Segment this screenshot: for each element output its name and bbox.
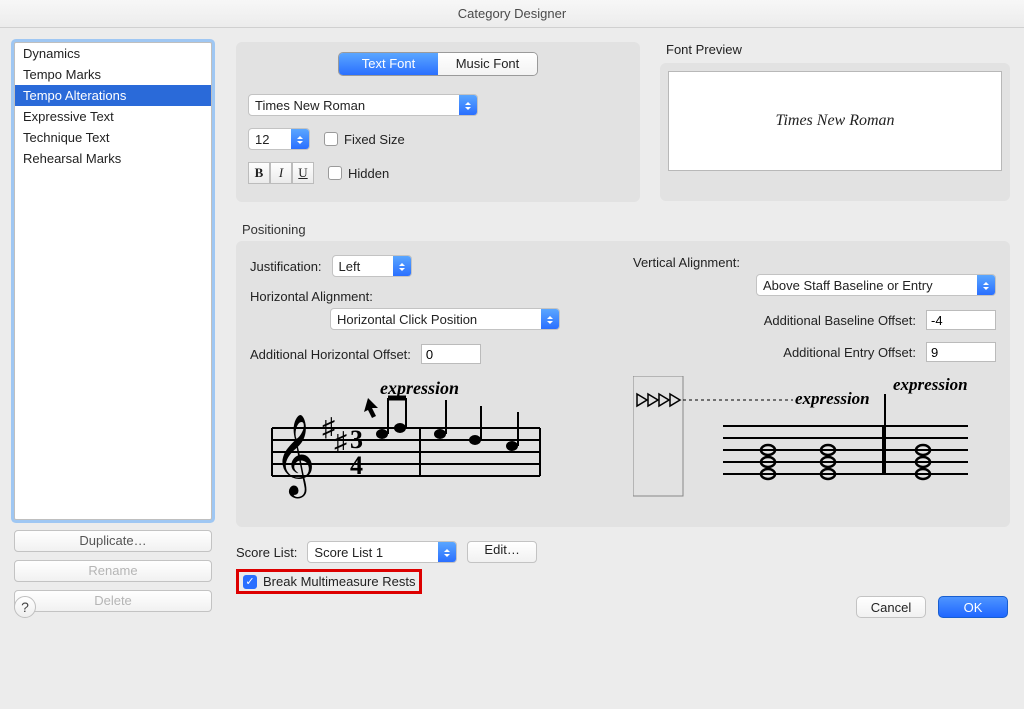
chevron-updown-icon (438, 542, 456, 562)
svg-text:𝄞: 𝄞 (274, 415, 315, 498)
hidden-checkbox[interactable]: Hidden (328, 166, 389, 181)
v-align-value: Above Staff Baseline or Entry (763, 278, 933, 293)
tab-music-font[interactable]: Music Font (438, 53, 537, 75)
chevron-updown-icon (541, 309, 559, 329)
h-offset-label: Additional Horizontal Offset: (250, 347, 411, 362)
font-preview-sample: Times New Roman (775, 112, 894, 130)
help-button[interactable]: ? (14, 596, 36, 618)
category-item-expressive-text[interactable]: Expressive Text (15, 106, 211, 127)
fixed-size-label: Fixed Size (344, 132, 405, 147)
break-multimeasure-rests-checkbox[interactable]: ✓ Break Multimeasure Rests (243, 574, 415, 589)
chevron-updown-icon (459, 95, 477, 115)
italic-button[interactable]: I (270, 162, 292, 184)
category-list[interactable]: Dynamics Tempo Marks Tempo Alterations E… (14, 42, 212, 520)
break-rests-label: Break Multimeasure Rests (263, 574, 415, 589)
delete-button: Delete (14, 590, 212, 612)
chevron-updown-icon (291, 129, 309, 149)
ok-button[interactable]: OK (938, 596, 1008, 618)
edit-score-list-button[interactable]: Edit… (467, 541, 536, 563)
fixed-size-checkbox[interactable]: Fixed Size (324, 132, 405, 147)
font-family-select[interactable]: Times New Roman (248, 94, 478, 116)
category-item-technique-text[interactable]: Technique Text (15, 127, 211, 148)
highlight-break-rests: ✓ Break Multimeasure Rests (236, 569, 422, 594)
window-title: Category Designer (0, 0, 1024, 28)
left-staff-diagram: expression (250, 378, 550, 513)
justification-select[interactable]: Left (332, 255, 412, 277)
svg-text:expression: expression (380, 378, 459, 398)
score-list-label: Score List: (236, 545, 297, 560)
svg-text:expression: expression (795, 389, 870, 408)
font-family-value: Times New Roman (255, 98, 365, 113)
category-item-tempo-alterations[interactable]: Tempo Alterations (15, 85, 211, 106)
entry-offset-label: Additional Entry Offset: (783, 345, 916, 360)
rename-button: Rename (14, 560, 212, 582)
category-item-tempo-marks[interactable]: Tempo Marks (15, 64, 211, 85)
justification-value: Left (339, 259, 361, 274)
category-item-dynamics[interactable]: Dynamics (15, 43, 211, 64)
font-size-value: 12 (255, 132, 269, 147)
hidden-label: Hidden (348, 166, 389, 181)
svg-text:3: 3 (350, 425, 363, 454)
chevron-updown-icon (393, 256, 411, 276)
svg-text:4: 4 (350, 451, 363, 480)
h-offset-input[interactable] (421, 344, 481, 364)
font-size-select[interactable]: 12 (248, 128, 310, 150)
svg-text:♯: ♯ (334, 426, 347, 456)
cancel-button[interactable]: Cancel (856, 596, 926, 618)
v-align-label: Vertical Alignment: (633, 255, 996, 270)
h-align-select[interactable]: Horizontal Click Position (330, 308, 560, 330)
h-align-label: Horizontal Alignment: (250, 289, 613, 304)
baseline-offset-label: Additional Baseline Offset: (764, 313, 916, 328)
font-preview-header: Font Preview (666, 42, 1010, 57)
justification-label: Justification: (250, 259, 322, 274)
duplicate-button[interactable]: Duplicate… (14, 530, 212, 552)
baseline-offset-input[interactable] (926, 310, 996, 330)
font-tab-segmented[interactable]: Text Font Music Font (338, 52, 538, 76)
h-align-value: Horizontal Click Position (337, 312, 477, 327)
right-staff-diagram: expression expression (633, 376, 973, 506)
font-preview-box: Times New Roman (668, 71, 1002, 171)
score-list-value: Score List 1 (314, 545, 383, 560)
tab-text-font[interactable]: Text Font (339, 53, 438, 75)
chevron-updown-icon (977, 275, 995, 295)
bold-button[interactable]: B (248, 162, 270, 184)
underline-button[interactable]: U (292, 162, 314, 184)
entry-offset-input[interactable] (926, 342, 996, 362)
positioning-header: Positioning (242, 222, 1010, 237)
score-list-select[interactable]: Score List 1 (307, 541, 457, 563)
category-item-rehearsal-marks[interactable]: Rehearsal Marks (15, 148, 211, 169)
v-align-select[interactable]: Above Staff Baseline or Entry (756, 274, 996, 296)
svg-text:expression: expression (893, 376, 968, 394)
checkmark-icon: ✓ (243, 575, 257, 589)
